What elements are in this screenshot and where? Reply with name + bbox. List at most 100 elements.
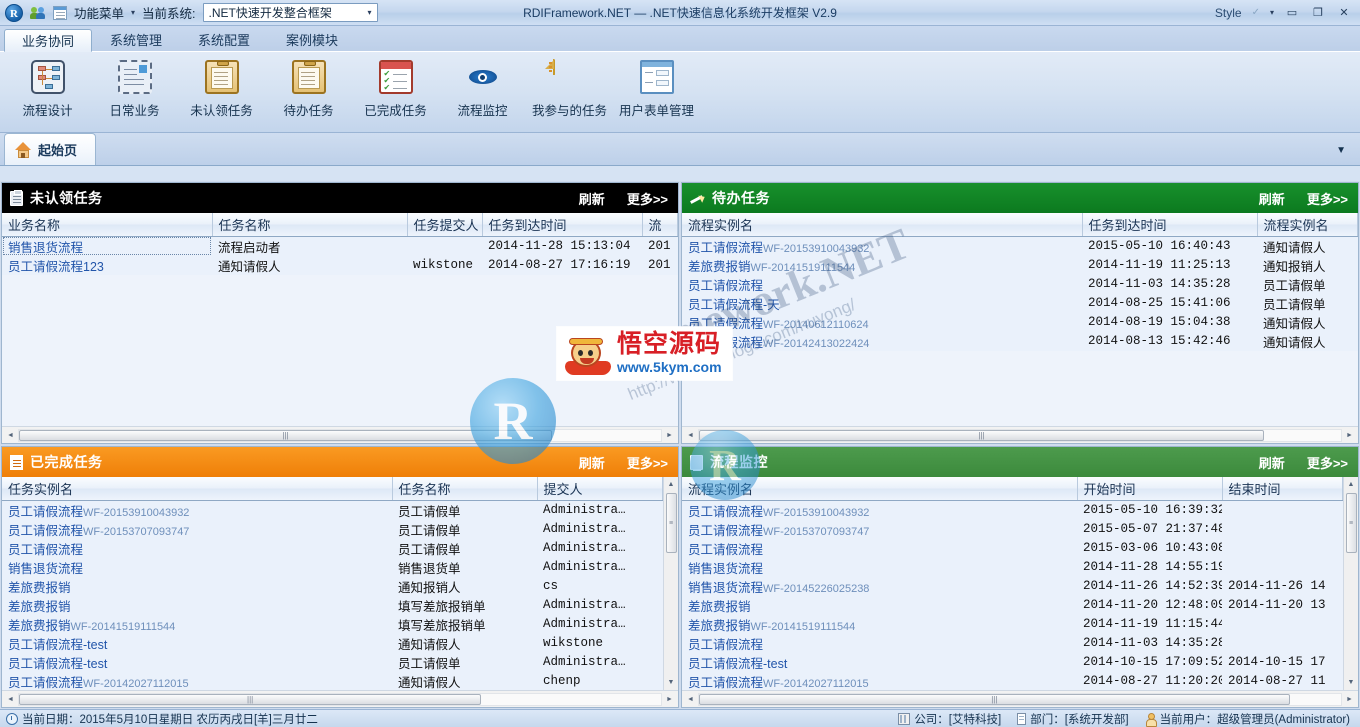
scroll-left-arrow-icon[interactable]: ◄ [683,696,698,703]
refresh-link[interactable]: 刷新 [579,453,605,472]
table-row[interactable]: 员工请假流程WF-201539100439322015-05-10 16:39:… [682,500,1343,520]
cell-instance-name[interactable]: 员工请假流程 [682,275,1082,294]
table-row[interactable]: 员工请假流程-test通知请假人wikstone [2,634,663,653]
cell-instance-name[interactable]: 差旅费报销WF-20141519111544 [682,256,1082,275]
cell-instance-name[interactable]: 员工请假流程 [682,539,1077,558]
table-row[interactable]: 员工请假流程WF-201424130224242014-08-13 15:42:… [682,332,1358,351]
scroll-thumb[interactable]: ||| [19,694,481,705]
scroll-track[interactable]: ||| [698,693,1342,706]
cell-instance-name[interactable]: 差旅费报销WF-20141519111544 [682,615,1077,634]
table-row[interactable]: 员工请假流程WF-201406121106242014-08-19 15:04:… [682,313,1358,332]
scroll-down-arrow-icon[interactable]: ▼ [1348,675,1355,690]
minimize-button[interactable]: ▭ [1284,6,1300,19]
ribbon-button-completed-task[interactable]: ✔ ✔ ✔ 已完成任务 [352,57,439,119]
refresh-link[interactable]: 刷新 [1259,453,1285,472]
close-button[interactable]: ✕ [1336,6,1352,19]
table-row[interactable]: 员工请假流程WF-201420271120152014-08-27 11:20:… [682,672,1343,691]
table-row[interactable]: 差旅费报销WF-20141519111544填写差旅报销单Administra… [2,615,663,634]
cell-task-instance-name[interactable]: 员工请假流程 [2,539,392,558]
scroll-up-arrow-icon[interactable]: ▲ [668,477,675,492]
cell-instance-name[interactable]: 员工请假流程WF-20142027112015 [682,672,1077,691]
cell-instance-name[interactable]: 员工请假流程WF-20153910043932 [682,236,1082,256]
scroll-thumb[interactable]: ≡ [666,493,677,553]
more-link[interactable]: 更多>> [627,189,668,208]
horizontal-scrollbar[interactable]: ◄ ||| ► [2,690,678,707]
table-row[interactable]: 员工请假流程2015-03-06 10:43:08 [682,539,1343,558]
more-link[interactable]: 更多>> [1307,453,1348,472]
col-task-name[interactable]: 任务名称 [392,477,537,500]
scroll-right-arrow-icon[interactable]: ► [1342,432,1357,439]
vertical-scrollbar[interactable]: ▲ ≡ ▼ [1343,477,1358,690]
col-end-time[interactable]: 结束时间 [1222,477,1343,500]
table-row[interactable]: 差旅费报销2014-11-20 12:48:092014-11-20 13 [682,596,1343,615]
table-row[interactable]: 差旅费报销填写差旅报销单Administra… [2,596,663,615]
scroll-track[interactable]: ||| [18,693,662,706]
table-row[interactable]: 员工请假流程员工请假单Administra… [2,539,663,558]
table-row[interactable]: 员工请假流程WF-201537070937472015-05-07 21:37:… [682,520,1343,539]
style-caret-icon[interactable]: ▾ [1270,8,1274,17]
scroll-track[interactable]: ||| [698,429,1342,442]
scroll-thumb[interactable]: ≡ [1346,493,1357,553]
cell-instance-name[interactable]: 员工请假流程-test [682,653,1077,672]
table-row[interactable]: 员工请假流程WF-20153707093747员工请假单Administra… [2,520,663,539]
more-link[interactable]: 更多>> [1307,189,1348,208]
refresh-link[interactable]: 刷新 [579,189,605,208]
table-row[interactable]: 员工请假流程123 通知请假人 wikstone 2014-08-27 17:1… [2,256,678,275]
col-arrive-time[interactable]: 任务到达时间 [1082,213,1257,236]
table-row[interactable]: 员工请假流程WF-20153910043932员工请假单Administra… [2,500,663,520]
scroll-right-arrow-icon[interactable]: ► [1342,696,1357,703]
col-instance-name[interactable]: 流程实例名 [682,477,1077,500]
cell-instance-name[interactable]: 销售退货流程WF-20145226025238 [682,577,1077,596]
cell-instance-name[interactable]: 员工请假流程-天 [682,294,1082,313]
cell-task-instance-name[interactable]: 员工请假流程WF-20142027112015 [2,672,392,691]
scroll-left-arrow-icon[interactable]: ◄ [3,696,18,703]
cell-business-name[interactable]: 员工请假流程123 [2,256,212,275]
ribbon-tab-business[interactable]: 业务协同 [4,29,92,52]
scroll-track[interactable]: ||| [18,429,662,442]
col-arrive-time[interactable]: 任务到达时间 [482,213,642,236]
menu-list-icon[interactable] [53,6,67,20]
col-overflow[interactable]: 流 [642,213,678,236]
scroll-right-arrow-icon[interactable]: ► [662,696,677,703]
col-start-time[interactable]: 开始时间 [1077,477,1222,500]
ribbon-button-todo-task[interactable]: 待办任务 [265,57,352,119]
horizontal-scrollbar[interactable]: ◄ ||| ► [682,426,1358,443]
ribbon-button-my-tasks[interactable]: 我参与的任务 [526,57,613,119]
scroll-left-arrow-icon[interactable]: ◄ [3,432,18,439]
table-row[interactable]: 员工请假流程-test员工请假单Administra… [2,653,663,672]
table-row[interactable]: 销售退货流程2014-11-28 14:55:19 [682,558,1343,577]
ribbon-button-unclaimed-task[interactable]: 未认领任务 [178,57,265,119]
col-task-instance-name[interactable]: 任务实例名 [2,477,392,500]
scroll-thumb[interactable]: ||| [699,694,1290,705]
col-task-name[interactable]: 任务名称 [212,213,407,236]
users-icon[interactable] [30,5,46,21]
table-row[interactable]: 差旅费报销WF-201415191115442014-11-19 11:25:1… [682,256,1358,275]
col-business-name[interactable]: 业务名称 [2,213,212,236]
cell-task-instance-name[interactable]: 差旅费报销 [2,577,392,596]
table-row[interactable]: 差旅费报销通知报销人cs [2,577,663,596]
col-submitter[interactable]: 任务提交人 [407,213,482,236]
col-submitter[interactable]: 提交人 [537,477,663,500]
scroll-thumb[interactable]: ||| [19,430,552,441]
cell-task-instance-name[interactable]: 差旅费报销 [2,596,392,615]
table-row[interactable]: 销售退货流程WF-201452260252382014-11-26 14:52:… [682,577,1343,596]
style-label[interactable]: Style [1215,6,1242,20]
refresh-link[interactable]: 刷新 [1259,189,1285,208]
cell-instance-name[interactable]: 员工请假流程WF-20142413022424 [682,332,1082,351]
cell-business-name[interactable]: 销售退货流程 [2,236,212,256]
cell-instance-name[interactable]: 员工请假流程WF-20153707093747 [682,520,1077,539]
horizontal-scrollbar[interactable]: ◄ ||| ► [2,426,678,443]
table-row[interactable]: 差旅费报销WF-201415191115442014-11-19 11:15:4… [682,615,1343,634]
scroll-right-arrow-icon[interactable]: ► [662,432,677,439]
cell-task-instance-name[interactable]: 员工请假流程WF-20153707093747 [2,520,392,539]
ribbon-button-user-form-mgmt[interactable]: 用户表单管理 [613,57,700,119]
col-instance-name[interactable]: 流程实例名 [682,213,1082,236]
cell-task-instance-name[interactable]: 销售退货流程 [2,558,392,577]
ribbon-button-flow-design[interactable]: 流程设计 [4,57,91,119]
cell-task-instance-name[interactable]: 员工请假流程-test [2,634,392,653]
cell-instance-name[interactable]: 员工请假流程WF-20153910043932 [682,500,1077,520]
more-link[interactable]: 更多>> [627,453,668,472]
scroll-down-arrow-icon[interactable]: ▼ [668,675,675,690]
table-row[interactable]: 员工请假流程2014-11-03 14:35:28员工请假单 [682,275,1358,294]
tab-overflow-caret-icon[interactable]: ▼ [1336,145,1346,156]
